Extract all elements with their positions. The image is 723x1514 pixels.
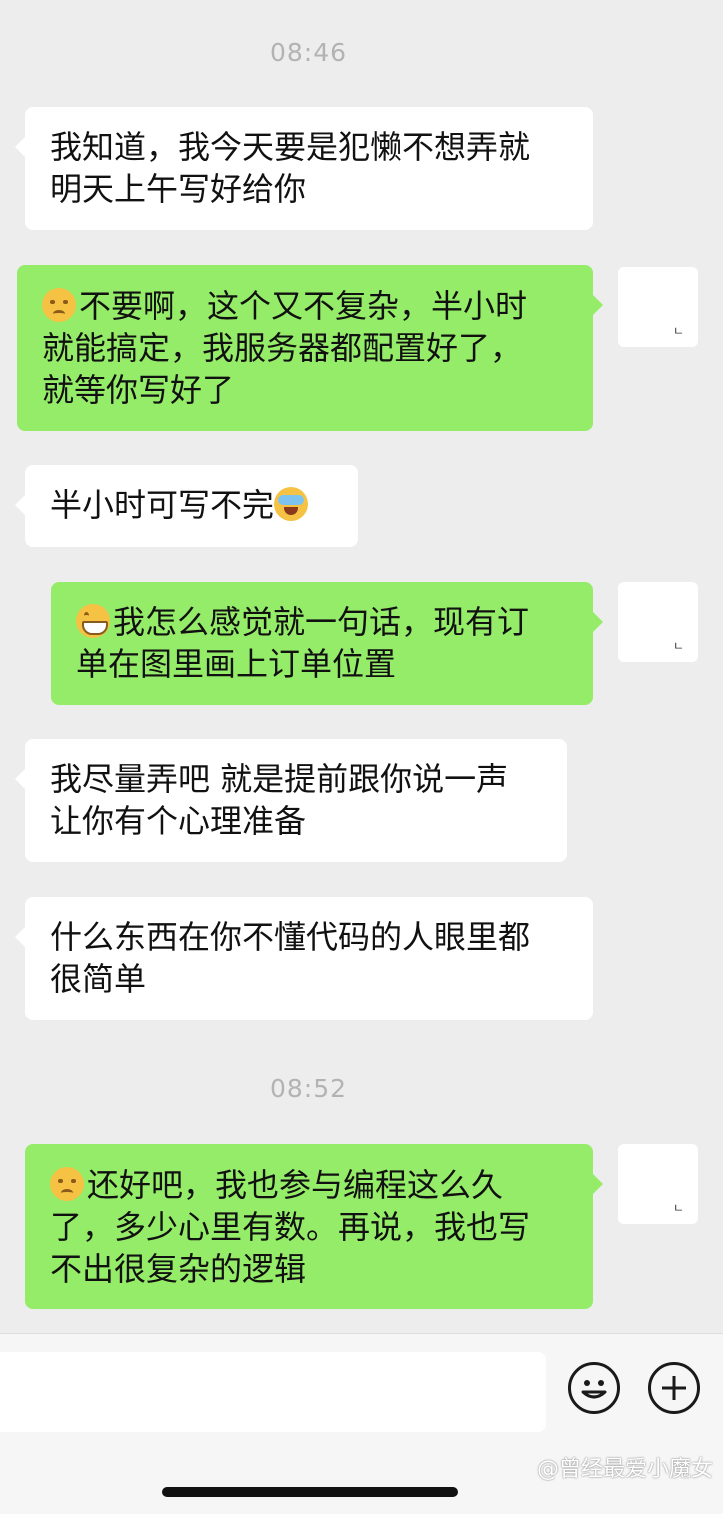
- sad-face-icon: [50, 1167, 84, 1201]
- message-line: 我知道，我今天要是犯懒不想弄就: [50, 128, 531, 166]
- message-line: 我尽量弄吧 就是提前跟你说一声: [50, 760, 509, 798]
- avatar[interactable]: ㄴ: [618, 582, 698, 662]
- sad-face-icon: [42, 288, 76, 322]
- avatar-mark: ㄴ: [672, 639, 684, 653]
- message-input[interactable]: [0, 1352, 546, 1432]
- message-line: 就等你写好了: [42, 371, 235, 409]
- message-bubble-incoming[interactable]: 什么东西在你不懂代码的人眼里都 很简单: [15, 897, 593, 1020]
- message-bubble-incoming[interactable]: 我知道，我今天要是犯懒不想弄就 明天上午写好给你: [15, 107, 593, 230]
- avatar-mark: ㄴ: [672, 1201, 684, 1215]
- message-bubble-incoming[interactable]: 我尽量弄吧 就是提前跟你说一声 让你有个心理准备: [15, 739, 567, 862]
- message-line: 就能搞定，我服务器都配置好了，: [42, 329, 523, 367]
- message-bubble-outgoing[interactable]: 我怎么感觉就一句话，现有订 单在图里画上订单位置: [51, 582, 603, 705]
- smiley-icon[interactable]: [568, 1362, 620, 1414]
- home-indicator[interactable]: [162, 1487, 458, 1497]
- message-bubble-incoming[interactable]: 半小时可写不完: [15, 465, 358, 547]
- message-bubble-outgoing[interactable]: 还好吧，我也参与编程这么久 了，多少心里有数。再说，我也写 不出很复杂的逻辑: [25, 1144, 603, 1309]
- message-line: 不出很复杂的逻辑: [50, 1250, 307, 1288]
- message-line: 半小时可写不完: [50, 486, 275, 524]
- watermark: @曾经最爱小魔女: [536, 1457, 713, 1482]
- message-line: 不要啊，这个又不复杂，半小时: [79, 287, 528, 325]
- plus-icon[interactable]: [648, 1362, 700, 1414]
- message-line: 让你有个心理准备: [50, 802, 307, 840]
- avatar[interactable]: ㄴ: [618, 1144, 698, 1224]
- crying-laughing-face-icon: [274, 487, 309, 521]
- timestamp: 08:46: [269, 38, 348, 67]
- message-line: 很简单: [50, 960, 147, 998]
- message-line: 什么东西在你不懂代码的人眼里都: [50, 918, 531, 956]
- timestamp: 08:52: [269, 1074, 348, 1103]
- message-line: 明天上午写好给你: [50, 170, 307, 208]
- message-line: 我怎么感觉就一句话，现有订: [113, 603, 530, 641]
- message-line: 单在图里画上订单位置: [76, 645, 397, 683]
- avatar-mark: ㄴ: [672, 324, 684, 338]
- grinning-face-icon: [76, 604, 110, 638]
- message-line: 还好吧，我也参与编程这么久: [87, 1166, 504, 1204]
- message-bubble-outgoing[interactable]: 不要啊，这个又不复杂，半小时 就能搞定，我服务器都配置好了， 就等你写好了: [17, 265, 603, 431]
- avatar[interactable]: ㄴ: [618, 267, 698, 347]
- message-line: 了，多少心里有数。再说，我也写: [50, 1208, 531, 1246]
